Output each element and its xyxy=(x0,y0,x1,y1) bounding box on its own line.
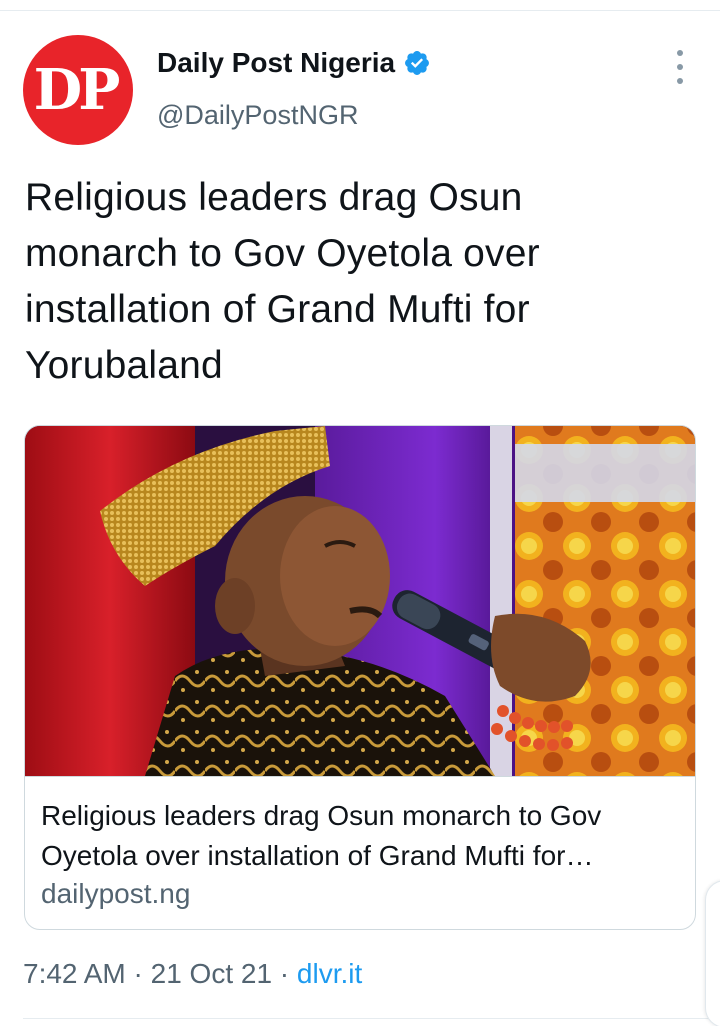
tweet-meta: 7:42 AM · 21 Oct 21 · dlvr.it xyxy=(23,958,362,990)
card-domain: dailypost.ng xyxy=(41,878,191,909)
tweet-date: 21 Oct 21 xyxy=(150,958,273,989)
more-dot xyxy=(677,78,683,84)
author-handle[interactable]: @DailyPostNGR xyxy=(157,100,358,131)
bottom-divider xyxy=(23,1018,720,1019)
link-preview-card[interactable]: Religious leaders drag Osun monarch to G… xyxy=(24,425,696,930)
author-display-name[interactable]: Daily Post Nigeria xyxy=(157,47,395,79)
tweet-detail-page: DP Daily Post Nigeria @DailyPostNGR Reli… xyxy=(0,0,720,1026)
top-divider xyxy=(0,10,720,11)
tweet-source-link[interactable]: dlvr.it xyxy=(297,958,362,989)
avatar-logo-text: DP xyxy=(33,57,121,123)
card-title[interactable]: Religious leaders drag Osun monarch to G… xyxy=(41,796,681,876)
verified-badge-icon xyxy=(405,51,430,75)
author-name-row: Daily Post Nigeria xyxy=(157,47,431,79)
tweet-time: 7:42 AM xyxy=(23,958,126,989)
more-vertical-icon[interactable] xyxy=(666,50,694,84)
more-dot xyxy=(677,64,683,70)
more-dot xyxy=(677,50,683,56)
meta-separator: · xyxy=(272,958,297,989)
card-image[interactable] xyxy=(25,426,695,777)
monarch-photo-image xyxy=(25,426,695,776)
tweet-text: Religious leaders drag Osun monarch to G… xyxy=(25,176,540,387)
edge-scroll-handle[interactable] xyxy=(705,880,720,1026)
avatar[interactable]: DP xyxy=(23,35,133,145)
meta-separator: · xyxy=(125,958,151,989)
